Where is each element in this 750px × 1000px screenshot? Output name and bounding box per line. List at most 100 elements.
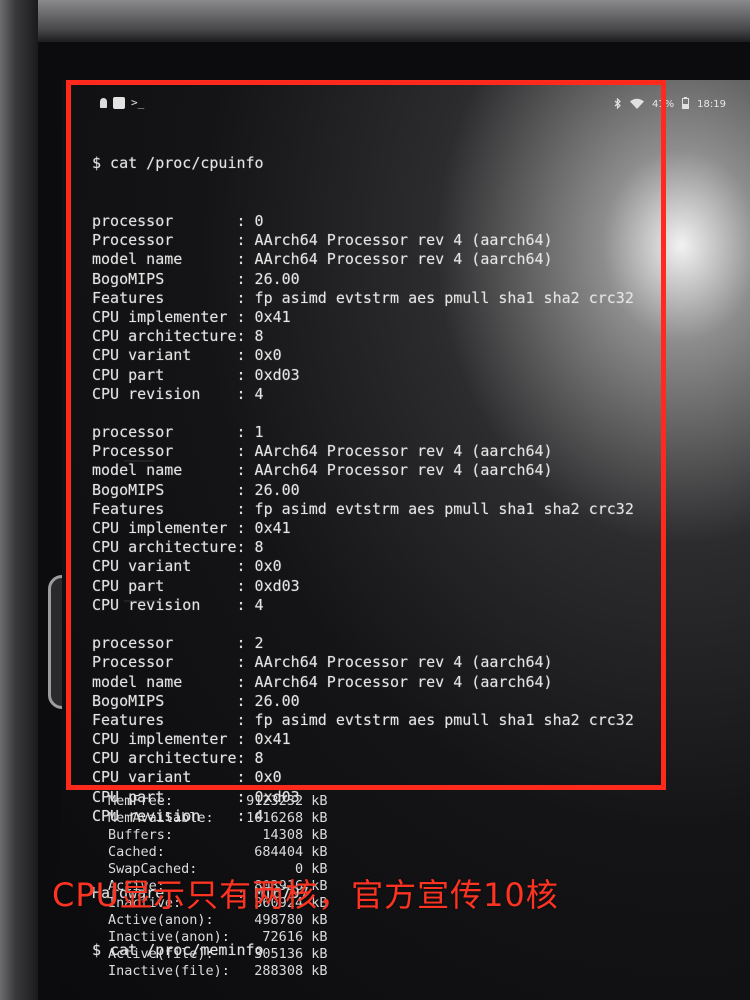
screen-glare-streak bbox=[124, 460, 154, 462]
cpuinfo-key: Processor bbox=[92, 442, 237, 461]
meminfo-value: 684404 kB bbox=[238, 844, 328, 860]
cpuinfo-key: BogoMIPS bbox=[92, 269, 237, 288]
cpuinfo-key: CPU revision bbox=[92, 595, 237, 614]
notification-icon bbox=[100, 97, 107, 108]
meminfo-key: MemAvailable: bbox=[108, 810, 239, 826]
cpuinfo-line-processor: processor : 0 bbox=[92, 212, 732, 231]
meminfo-key: Buffers: bbox=[108, 827, 239, 843]
cpuinfo-value: : 0x0 bbox=[236, 557, 282, 576]
cpuinfo-line-model-name: model name : AArch64 Processor rev 4 (aa… bbox=[92, 461, 732, 480]
meminfo-line: Inactive(anon): 72616 kB bbox=[108, 929, 327, 946]
cpuinfo-line-variant: CPU variant : 0x0 bbox=[92, 346, 732, 365]
screen-glare-streak bbox=[124, 220, 164, 222]
cpuinfo-value: : 0xd03 bbox=[236, 365, 300, 384]
screen-glare-streak bbox=[124, 600, 159, 602]
cpuinfo-key: Processor bbox=[92, 231, 237, 250]
cpuinfo-key: CPU implementer bbox=[92, 307, 237, 326]
cpuinfo-line-features: Features : fp asimd evtstrm aes pmull sh… bbox=[92, 500, 732, 519]
cpuinfo-key: BogoMIPS bbox=[92, 480, 237, 499]
battery-text: 41% bbox=[651, 99, 675, 110]
annotation-caption: CPU显示只有两核，官方宣传10核 bbox=[52, 876, 559, 914]
meminfo-line: MemFree: 9123232 kB bbox=[108, 793, 327, 810]
app-square-icon bbox=[113, 96, 125, 109]
cpuinfo-value: : 2 bbox=[236, 634, 264, 653]
cpuinfo-key: processor bbox=[92, 634, 237, 653]
cpuinfo-line-bogomips: BogoMIPS : 26.00 bbox=[92, 481, 732, 500]
wifi-icon bbox=[629, 98, 644, 112]
cpuinfo-line-revision: CPU revision : 4 bbox=[92, 385, 732, 404]
meminfo-line: Inactive(file): 288308 kB bbox=[108, 963, 327, 980]
command-line: $ cat /proc/cpuinfo bbox=[92, 154, 264, 173]
cpuinfo-key: processor bbox=[92, 212, 237, 230]
cpuinfo-value: : fp asimd evtstrm aes pmull sha1 sha2 c… bbox=[236, 499, 634, 518]
bluetooth-icon bbox=[614, 97, 622, 112]
cpuinfo-value: : 0 bbox=[236, 212, 264, 230]
cpuinfo-value: : 1 bbox=[236, 423, 264, 442]
cpuinfo-value: : 8 bbox=[236, 749, 264, 768]
cpuinfo-value: : AArch64 Processor rev 4 (aarch64) bbox=[236, 231, 553, 250]
tablet-screen: >_ 41% 18:19 $ cat /proc/cpuinfo process… bbox=[62, 80, 750, 1000]
meminfo-line: Buffers: 14308 kB bbox=[108, 827, 327, 844]
cpuinfo-value: : 0x41 bbox=[236, 307, 291, 326]
cpuinfo-value: : 4 bbox=[236, 384, 264, 403]
meminfo-key: Inactive(file): bbox=[108, 963, 239, 979]
cpuinfo-blocks: processor : 0 Processor : AArch64 Process… bbox=[92, 212, 732, 845]
cpuinfo-key: model name bbox=[92, 672, 237, 691]
cpuinfo-line-part: CPU part : 0xd03 bbox=[92, 366, 732, 385]
cpuinfo-line-implementer: CPU implementer : 0x41 bbox=[92, 519, 732, 538]
cpuinfo-line-revision: CPU revision : 4 bbox=[92, 596, 732, 615]
cpuinfo-value: : 26.00 bbox=[236, 269, 300, 288]
cpuinfo-value: : 8 bbox=[236, 538, 264, 557]
cpuinfo-value: : 0x41 bbox=[236, 519, 291, 537]
cpuinfo-line-implementer: CPU implementer : 0x41 bbox=[92, 308, 732, 327]
cpuinfo-key: processor bbox=[92, 423, 237, 442]
cpuinfo-line-variant: CPU variant : 0x0 bbox=[92, 557, 732, 576]
cpuinfo-key: BogoMIPS bbox=[92, 691, 237, 710]
terminal-icon: >_ bbox=[131, 96, 145, 109]
cpuinfo-line-features: Features : fp asimd evtstrm aes pmull sh… bbox=[92, 289, 732, 308]
cpuinfo-value: : fp asimd evtstrm aes pmull sha1 sha2 c… bbox=[236, 288, 634, 307]
status-bar-system: 41% 18:19 bbox=[614, 97, 726, 112]
cpuinfo-line-Processor: Processor : AArch64 Processor rev 4 (aar… bbox=[92, 231, 732, 250]
cpuinfo-line-Processor: Processor : AArch64 Processor rev 4 (aar… bbox=[92, 442, 732, 461]
cpuinfo-key: Features bbox=[92, 499, 237, 518]
cpuinfo-key: CPU revision bbox=[92, 384, 237, 403]
cpuinfo-key: Features bbox=[92, 710, 237, 729]
meminfo-line: Cached: 684404 kB bbox=[108, 844, 327, 861]
cpuinfo-line-implementer: CPU implementer : 0x41 bbox=[92, 730, 732, 749]
cpuinfo-line-architecture: CPU architecture: 8 bbox=[92, 749, 732, 768]
cpuinfo-key: model name bbox=[92, 461, 237, 480]
battery-icon bbox=[682, 97, 690, 112]
cpuinfo-value: : 4 bbox=[236, 595, 264, 614]
cpuinfo-value: : 0xd03 bbox=[236, 576, 300, 595]
cpuinfo-value: : AArch64 Processor rev 4 (aarch64) bbox=[236, 461, 553, 480]
cpuinfo-line-architecture: CPU architecture: 8 bbox=[92, 327, 732, 346]
cpuinfo-line-Processor: Processor : AArch64 Processor rev 4 (aar… bbox=[92, 653, 732, 672]
cpuinfo-line-architecture: CPU architecture: 8 bbox=[92, 538, 732, 557]
cpuinfo-line-model-name: model name : AArch64 Processor rev 4 (aa… bbox=[92, 250, 732, 269]
cpuinfo-line-variant: CPU variant : 0x0 bbox=[92, 768, 732, 787]
meminfo-key: Active(file): bbox=[108, 946, 239, 962]
cpuinfo-key: CPU architecture bbox=[92, 538, 237, 557]
cpuinfo-value: : AArch64 Processor rev 4 (aarch64) bbox=[236, 653, 553, 672]
device-left-edge bbox=[0, 0, 38, 1000]
cpuinfo-value: : 26.00 bbox=[236, 691, 300, 710]
meminfo-key: MemFree: bbox=[108, 793, 239, 809]
meminfo-value: 1016268 kB bbox=[238, 810, 328, 826]
cpuinfo-key: Processor bbox=[92, 653, 237, 672]
cpuinfo-line-processor: processor : 1 bbox=[92, 423, 732, 442]
meminfo-value: 305136 kB bbox=[238, 946, 328, 962]
cpuinfo-line-part: CPU part : 0xd03 bbox=[92, 577, 732, 596]
meminfo-value: 9123232 kB bbox=[238, 793, 328, 809]
cpuinfo-line-bogomips: BogoMIPS : 26.00 bbox=[92, 270, 732, 289]
cpuinfo-key: CPU architecture bbox=[92, 749, 237, 768]
cpuinfo-key: CPU part bbox=[92, 365, 237, 384]
cpuinfo-value: : 0x0 bbox=[236, 768, 282, 787]
status-bar-notifications: >_ bbox=[100, 96, 144, 109]
cpuinfo-key: CPU variant bbox=[92, 346, 237, 365]
meminfo-key: Cached: bbox=[108, 844, 239, 860]
cpuinfo-line-bogomips: BogoMIPS : 26.00 bbox=[92, 692, 732, 711]
meminfo-line: MemAvailable: 1016268 kB bbox=[108, 810, 327, 827]
cpuinfo-value: : AArch64 Processor rev 4 (aarch64) bbox=[236, 250, 553, 269]
